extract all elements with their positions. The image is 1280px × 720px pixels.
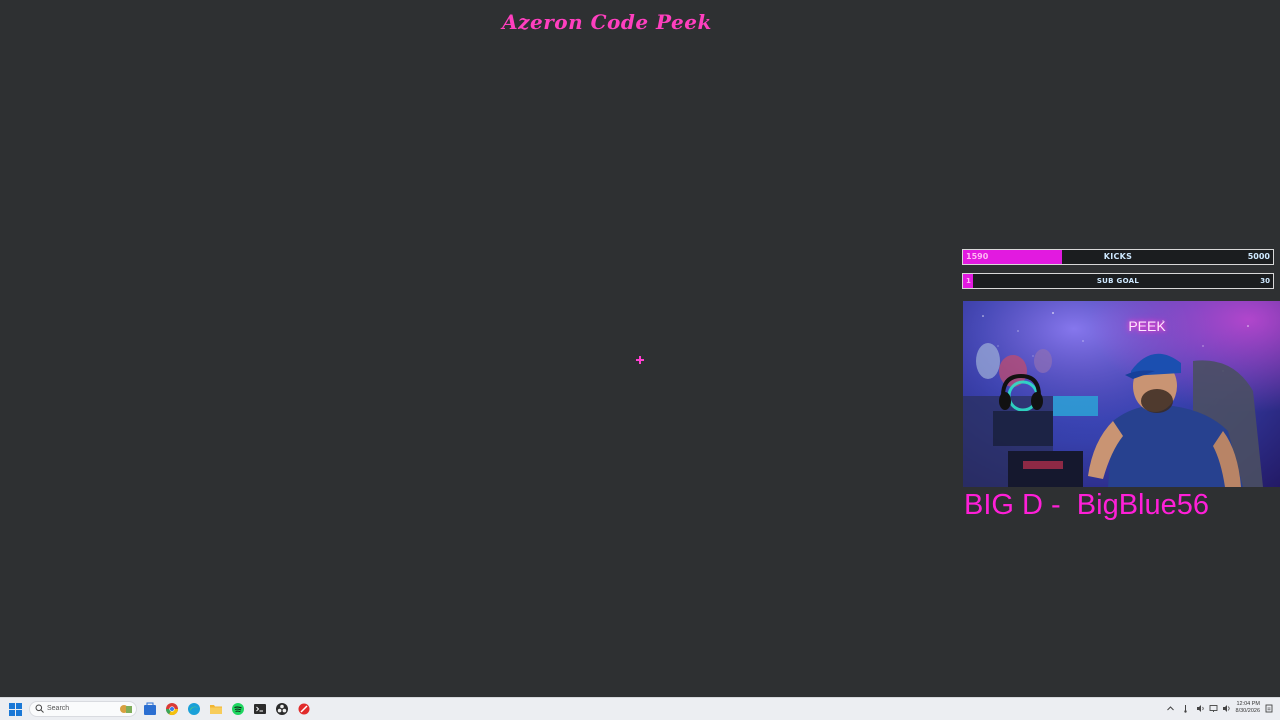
clock-time: 12:04 PM — [1236, 701, 1260, 707]
kicks-goal-bar: 1590 KICKS 5000 — [962, 249, 1274, 265]
clock-date: 8/30/2026 — [1235, 708, 1260, 714]
crosshair-icon — [636, 356, 644, 364]
network-icon[interactable] — [1209, 704, 1218, 713]
webcam-neon-sign: PEEK — [1128, 318, 1166, 334]
speaker-icon[interactable] — [1196, 704, 1205, 713]
kicks-goal-target: 5000 — [1247, 252, 1270, 261]
obs-icon[interactable] — [275, 702, 289, 716]
taskbar-search-box[interactable]: Search — [29, 701, 137, 717]
store-icon[interactable] — [143, 702, 157, 716]
notification-icon[interactable] — [1265, 704, 1273, 713]
kicks-goal-label: KICKS — [1103, 252, 1133, 261]
sub-goal-target: 30 — [1260, 277, 1270, 285]
desktop: Azeron Code Peek 1590 KICKS 5000 1 SUB G… — [0, 0, 1280, 720]
usb-icon[interactable] — [1181, 704, 1190, 713]
terminal-icon[interactable] — [253, 702, 267, 716]
spotify-icon[interactable] — [231, 702, 245, 716]
search-placeholder: Search — [47, 705, 70, 712]
edge-icon[interactable] — [187, 702, 201, 716]
taskbar: Search 12:04 PM 8/30/2026 — [0, 697, 1280, 720]
system-tray: 12:04 PM 8/30/2026 — [1160, 698, 1280, 720]
webcam-feed: PEEK — [963, 301, 1280, 487]
app-icon[interactable] — [297, 702, 311, 716]
streamer-name: BIG D - BigBlue56 — [964, 489, 1209, 521]
search-highlight-icon — [120, 705, 132, 713]
sub-goal-label: SUB GOAL — [1096, 277, 1140, 285]
taskbar-clock[interactable]: 12:04 PM 8/30/2026 — [1220, 701, 1260, 715]
search-icon — [35, 704, 44, 713]
window-title: Azeron Code Peek — [502, 10, 712, 34]
file-explorer-icon[interactable] — [209, 702, 223, 716]
sub-goal-bar: 1 SUB GOAL 30 — [962, 273, 1274, 289]
chrome-icon[interactable] — [165, 702, 179, 716]
chevron-up-icon[interactable] — [1166, 704, 1175, 713]
windows-start-icon[interactable] — [9, 703, 22, 716]
